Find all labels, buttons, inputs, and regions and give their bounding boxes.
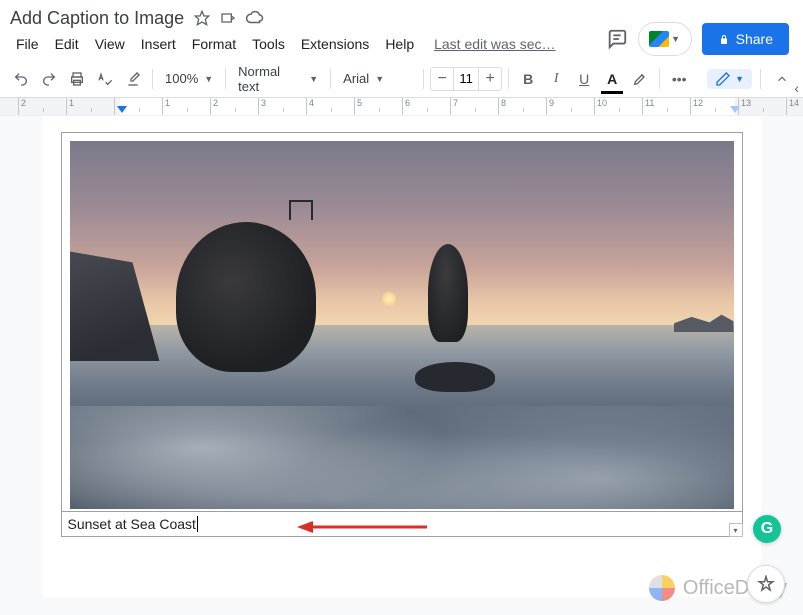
- menu-help[interactable]: Help: [377, 33, 422, 55]
- image-fg-rock: [415, 362, 495, 392]
- image-rock-small: [428, 244, 468, 342]
- image-torii: [289, 200, 313, 220]
- separator: [225, 69, 226, 89]
- separator: [330, 69, 331, 89]
- ruler-tick: 6: [402, 98, 450, 115]
- font-size-value[interactable]: 11: [453, 68, 479, 90]
- document-area[interactable]: Sunset at Sea Coast ▾: [0, 116, 803, 615]
- separator: [423, 69, 424, 89]
- grammarly-glyph: G: [761, 520, 773, 538]
- caption-cell[interactable]: Sunset at Sea Coast ▾: [61, 512, 743, 537]
- underline-button[interactable]: U: [571, 66, 597, 92]
- left-indent-marker[interactable]: [117, 106, 127, 113]
- italic-button[interactable]: I: [543, 66, 569, 92]
- ruler-tick: 2: [210, 98, 258, 115]
- paragraph-style-select[interactable]: Normal text ▼: [232, 66, 324, 92]
- ruler-tick: 4: [306, 98, 354, 115]
- more-button[interactable]: •••: [666, 66, 692, 92]
- style-value: Normal text: [238, 64, 303, 94]
- menu-edit[interactable]: Edit: [47, 33, 87, 55]
- menu-tools[interactable]: Tools: [244, 33, 293, 55]
- menu-file[interactable]: File: [8, 33, 47, 55]
- comment-history-icon[interactable]: [606, 28, 628, 50]
- bold-button[interactable]: B: [515, 66, 541, 92]
- chevron-down-icon: ▾: [733, 526, 737, 535]
- header-right-tools: ▼ Share: [606, 22, 789, 56]
- font-select[interactable]: Arial ▼: [337, 66, 417, 92]
- menu-view[interactable]: View: [87, 33, 133, 55]
- right-indent-marker[interactable]: [730, 106, 740, 113]
- ruler-tick: 9: [546, 98, 594, 115]
- text-color-button[interactable]: A: [599, 66, 625, 92]
- last-edit-link[interactable]: Last edit was sec…: [434, 36, 555, 52]
- grammarly-badge[interactable]: G: [753, 515, 781, 543]
- ruler-tick: 1: [66, 98, 114, 115]
- separator: [760, 69, 761, 89]
- zoom-select[interactable]: 100% ▼: [159, 66, 219, 92]
- lock-icon: [718, 32, 730, 46]
- ruler-tick: 14: [786, 98, 803, 115]
- menu-format[interactable]: Format: [184, 33, 244, 55]
- table-cell-handle[interactable]: ▾: [729, 523, 743, 537]
- ruler-tick: 8: [498, 98, 546, 115]
- caret-down-icon: ▼: [375, 74, 384, 84]
- highlight-color-button[interactable]: [627, 66, 653, 92]
- explore-button[interactable]: [747, 565, 785, 603]
- ruler-tick: 13: [738, 98, 786, 115]
- image-rock-large: [176, 222, 316, 372]
- toolbar: 100% ▼ Normal text ▼ Arial ▼ − 11 + B I …: [0, 60, 803, 98]
- spellcheck-button[interactable]: [92, 66, 118, 92]
- ruler-tick: 5: [354, 98, 402, 115]
- print-button[interactable]: [64, 66, 90, 92]
- caret-down-icon: ▼: [204, 74, 213, 84]
- separator: [508, 69, 509, 89]
- paint-format-button[interactable]: [120, 66, 146, 92]
- caption-text[interactable]: Sunset at Sea Coast: [68, 516, 198, 532]
- image-sun: [382, 292, 396, 306]
- toolbar-right: ▼: [707, 66, 795, 92]
- zoom-value: 100%: [165, 71, 198, 86]
- image-table-cell[interactable]: [61, 132, 743, 512]
- document-title[interactable]: Add Caption to Image: [10, 8, 184, 29]
- move-icon[interactable]: [220, 9, 236, 27]
- ruler-tick: 10: [594, 98, 642, 115]
- redo-button[interactable]: [36, 66, 62, 92]
- menu-insert[interactable]: Insert: [133, 33, 184, 55]
- caret-down-icon: ▼: [735, 74, 744, 84]
- page: Sunset at Sea Coast ▾: [43, 116, 761, 597]
- ruler-tick: 1: [162, 98, 210, 115]
- cloud-status-icon[interactable]: [246, 9, 264, 27]
- image-foam: [70, 406, 734, 509]
- share-label: Share: [736, 31, 773, 47]
- hide-menus-button[interactable]: [769, 66, 795, 92]
- annotation-arrow: [297, 520, 427, 534]
- caret-down-icon: ▼: [671, 34, 680, 44]
- separator: [152, 69, 153, 89]
- share-button[interactable]: Share: [702, 23, 789, 55]
- caret-down-icon: ▼: [309, 74, 318, 84]
- meet-button[interactable]: ▼: [638, 22, 692, 56]
- font-value: Arial: [343, 71, 369, 86]
- editing-mode-button[interactable]: ▼: [707, 69, 752, 89]
- separator: [659, 69, 660, 89]
- ruler-tick: 2: [18, 98, 66, 115]
- meet-icon: [649, 31, 669, 47]
- side-panel-toggle[interactable]: ‹: [794, 80, 799, 96]
- undo-button[interactable]: [8, 66, 34, 92]
- horizontal-ruler[interactable]: 2 1 1 2 3 4 5 6 7 8 9 10 11 12 13 14 15: [0, 98, 803, 116]
- ruler-tick: 3: [258, 98, 306, 115]
- ruler-tick: 7: [450, 98, 498, 115]
- font-size-decrease[interactable]: −: [431, 70, 453, 88]
- inserted-image[interactable]: [70, 141, 734, 509]
- menu-extensions[interactable]: Extensions: [293, 33, 377, 55]
- font-size-control: − 11 +: [430, 67, 502, 91]
- star-icon[interactable]: [194, 9, 210, 27]
- ruler-tick: 11: [642, 98, 690, 115]
- font-size-increase[interactable]: +: [479, 70, 501, 88]
- watermark-logo: [649, 575, 675, 601]
